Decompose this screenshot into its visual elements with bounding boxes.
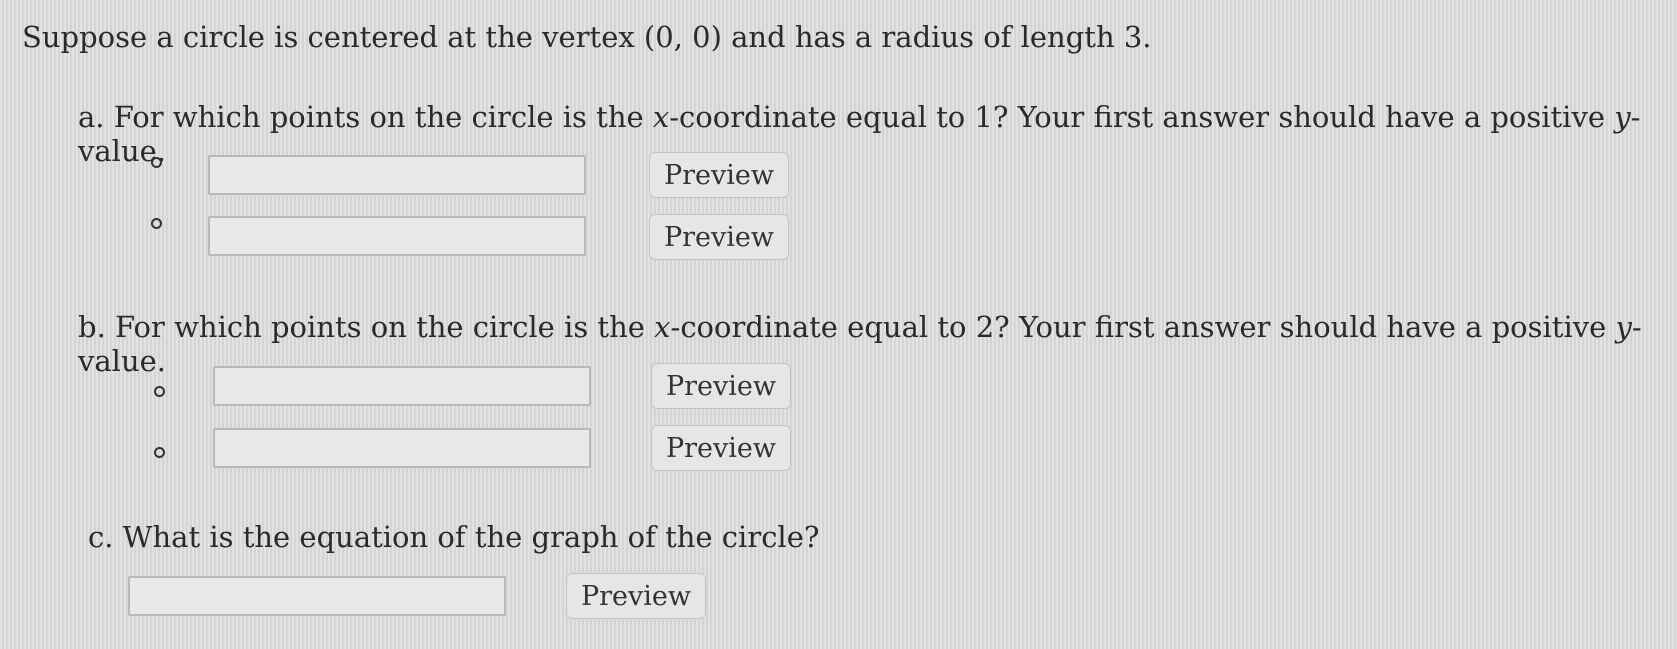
question-b-var-y: y	[1615, 310, 1632, 344]
question-a-middle: -coordinate equal to 1? Your first answe…	[669, 100, 1615, 134]
answer-a2-input[interactable]	[208, 216, 586, 256]
question-b-var-x: x	[654, 310, 671, 344]
preview-a1-button[interactable]: Preview	[649, 152, 789, 198]
bullet-b2-icon	[154, 447, 165, 458]
bullet-b1-icon	[154, 386, 165, 397]
question-b-prefix: b. For which points on the circle is the	[78, 310, 655, 344]
answer-a1-input[interactable]	[208, 155, 586, 195]
preview-b2-button[interactable]: Preview	[651, 425, 791, 471]
problem-statement: Suppose a circle is centered at the vert…	[22, 20, 1152, 54]
question-b-middle: -coordinate equal to 2? Your first answe…	[670, 310, 1616, 344]
answer-b1-input[interactable]	[213, 366, 591, 406]
question-a-prefix: a. For which points on the circle is the	[78, 100, 653, 134]
bullet-a2-icon	[151, 218, 162, 229]
question-c: c. What is the equation of the graph of …	[88, 520, 820, 554]
preview-b1-button[interactable]: Preview	[651, 363, 791, 409]
answer-b2-input[interactable]	[213, 428, 591, 468]
preview-c-button[interactable]: Preview	[566, 573, 706, 619]
question-a-var-x: x	[652, 100, 670, 134]
bullet-a1-icon	[151, 157, 162, 168]
answer-c-input[interactable]	[128, 576, 506, 616]
question-a-var-y: y	[1614, 100, 1631, 134]
preview-a2-button[interactable]: Preview	[649, 214, 789, 260]
